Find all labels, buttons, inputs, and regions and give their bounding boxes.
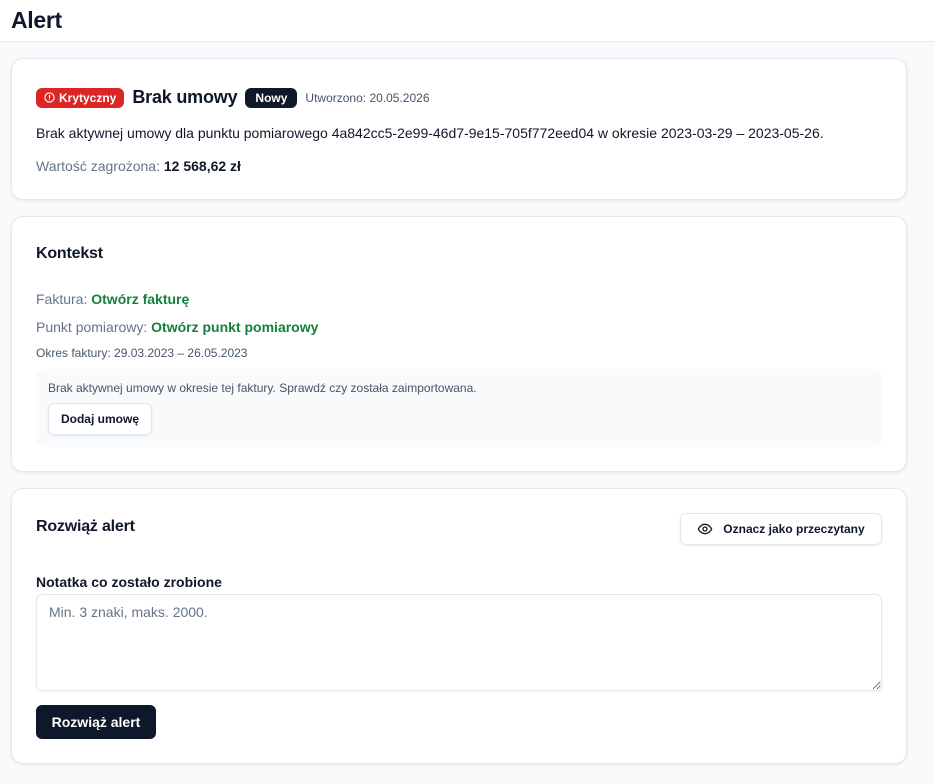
context-title: Kontekst xyxy=(36,245,103,262)
hint-text: Brak aktywnej umowy w okresie tej faktur… xyxy=(48,381,477,395)
resolve-title: Rozwiąż alert xyxy=(36,518,135,535)
note-textarea[interactable] xyxy=(36,594,882,691)
meter-row: Punkt pomiarowy: Otwórz punkt pomiarowy xyxy=(36,319,318,335)
alert-title: Brak umowy xyxy=(132,87,238,107)
eye-icon xyxy=(697,523,713,535)
meter-label: Punkt pomiarowy: xyxy=(36,319,148,335)
mark-as-read-button[interactable]: Oznacz jako przeczytany xyxy=(680,513,882,545)
note-label: Notatka co zostało zrobione xyxy=(36,574,222,590)
alert-circle-icon xyxy=(44,92,55,103)
value-at-risk-amount: 12 568,62 zł xyxy=(163,158,241,174)
value-at-risk: Wartość zagrożona: 12 568,62 zł xyxy=(36,158,241,174)
mark-as-read-label: Oznacz jako przeczytany xyxy=(723,522,865,536)
context-card: Kontekst Faktura: Otwórz fakturę Punkt p… xyxy=(11,216,907,472)
alert-description: Brak aktywnej umowy dla punktu pomiarowe… xyxy=(36,125,824,141)
resolve-alert-button[interactable]: Rozwiąż alert xyxy=(36,705,156,739)
open-invoice-link[interactable]: Otwórz fakturę xyxy=(91,291,189,307)
alert-header-row: Krytyczny Brak umowy Nowy Utworzono: 20.… xyxy=(36,87,430,108)
add-contract-button[interactable]: Dodaj umowę xyxy=(48,403,152,435)
severity-label: Krytyczny xyxy=(59,90,117,105)
open-meter-link[interactable]: Otwórz punkt pomiarowy xyxy=(151,319,318,335)
missing-contract-hint: Brak aktywnej umowy w okresie tej faktur… xyxy=(36,369,882,447)
invoice-period: Okres faktury: 29.03.2023 – 26.05.2023 xyxy=(36,346,248,360)
status-badge: Nowy xyxy=(245,87,298,108)
severity-badge: Krytyczny xyxy=(36,87,125,108)
created-date: Utworzono: 20.05.2026 xyxy=(305,90,430,105)
page-title: Alert xyxy=(11,7,62,33)
page-header: Alert xyxy=(0,0,934,42)
value-at-risk-label: Wartość zagrożona: xyxy=(36,158,160,174)
invoice-label: Faktura: xyxy=(36,291,88,307)
invoice-row: Faktura: Otwórz fakturę xyxy=(36,291,189,307)
resolve-card: Rozwiąż alert Oznacz jako przeczytany No… xyxy=(11,488,907,764)
alert-summary-card: Krytyczny Brak umowy Nowy Utworzono: 20.… xyxy=(11,58,907,200)
